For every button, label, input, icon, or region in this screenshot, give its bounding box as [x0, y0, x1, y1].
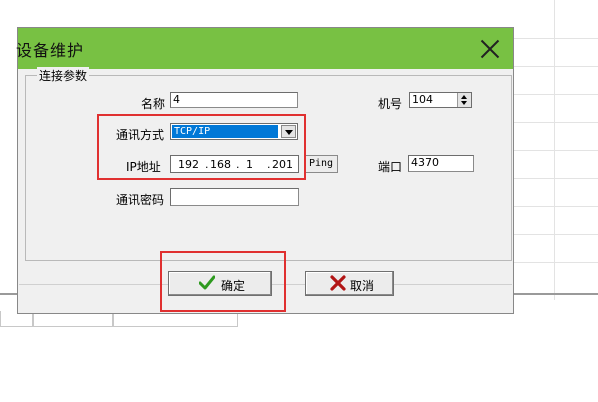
highlight-box-ok — [160, 251, 286, 312]
grid-line — [514, 150, 598, 151]
spin-up-icon[interactable] — [461, 95, 467, 99]
cancel-label: 取消 — [350, 279, 375, 293]
machine-no-label: 机号 — [378, 97, 403, 111]
grid-line — [514, 66, 598, 67]
spinner-arrows-icon[interactable] — [457, 93, 471, 107]
x-icon — [330, 275, 346, 291]
port-label: 端口 — [378, 160, 403, 174]
dialog-titlebar[interactable]: 设备维护 — [16, 28, 513, 69]
grid-line — [514, 94, 598, 95]
name-input[interactable]: 4 — [170, 92, 298, 108]
grid-line — [514, 234, 598, 235]
password-label: 通讯密码 — [116, 193, 165, 207]
ping-button[interactable]: Ping — [304, 155, 338, 173]
grid-line — [514, 206, 598, 207]
group-title: 连接参数 — [37, 67, 90, 84]
spin-down-icon[interactable] — [461, 101, 467, 105]
machine-no-value: 104 — [412, 93, 433, 106]
grid-line — [514, 178, 598, 179]
cancel-button[interactable]: 取消 — [305, 271, 394, 296]
password-input[interactable] — [170, 188, 299, 206]
name-label: 名称 — [141, 97, 166, 111]
port-input[interactable]: 4370 — [408, 155, 474, 172]
dialog-title: 设备维护 — [16, 41, 85, 60]
highlight-box-connection — [97, 114, 306, 180]
grid-line — [514, 262, 598, 263]
grid-line — [514, 38, 598, 39]
close-icon[interactable] — [477, 36, 503, 62]
machine-no-spinner[interactable]: 104 — [409, 92, 472, 108]
grid-line — [514, 122, 598, 123]
